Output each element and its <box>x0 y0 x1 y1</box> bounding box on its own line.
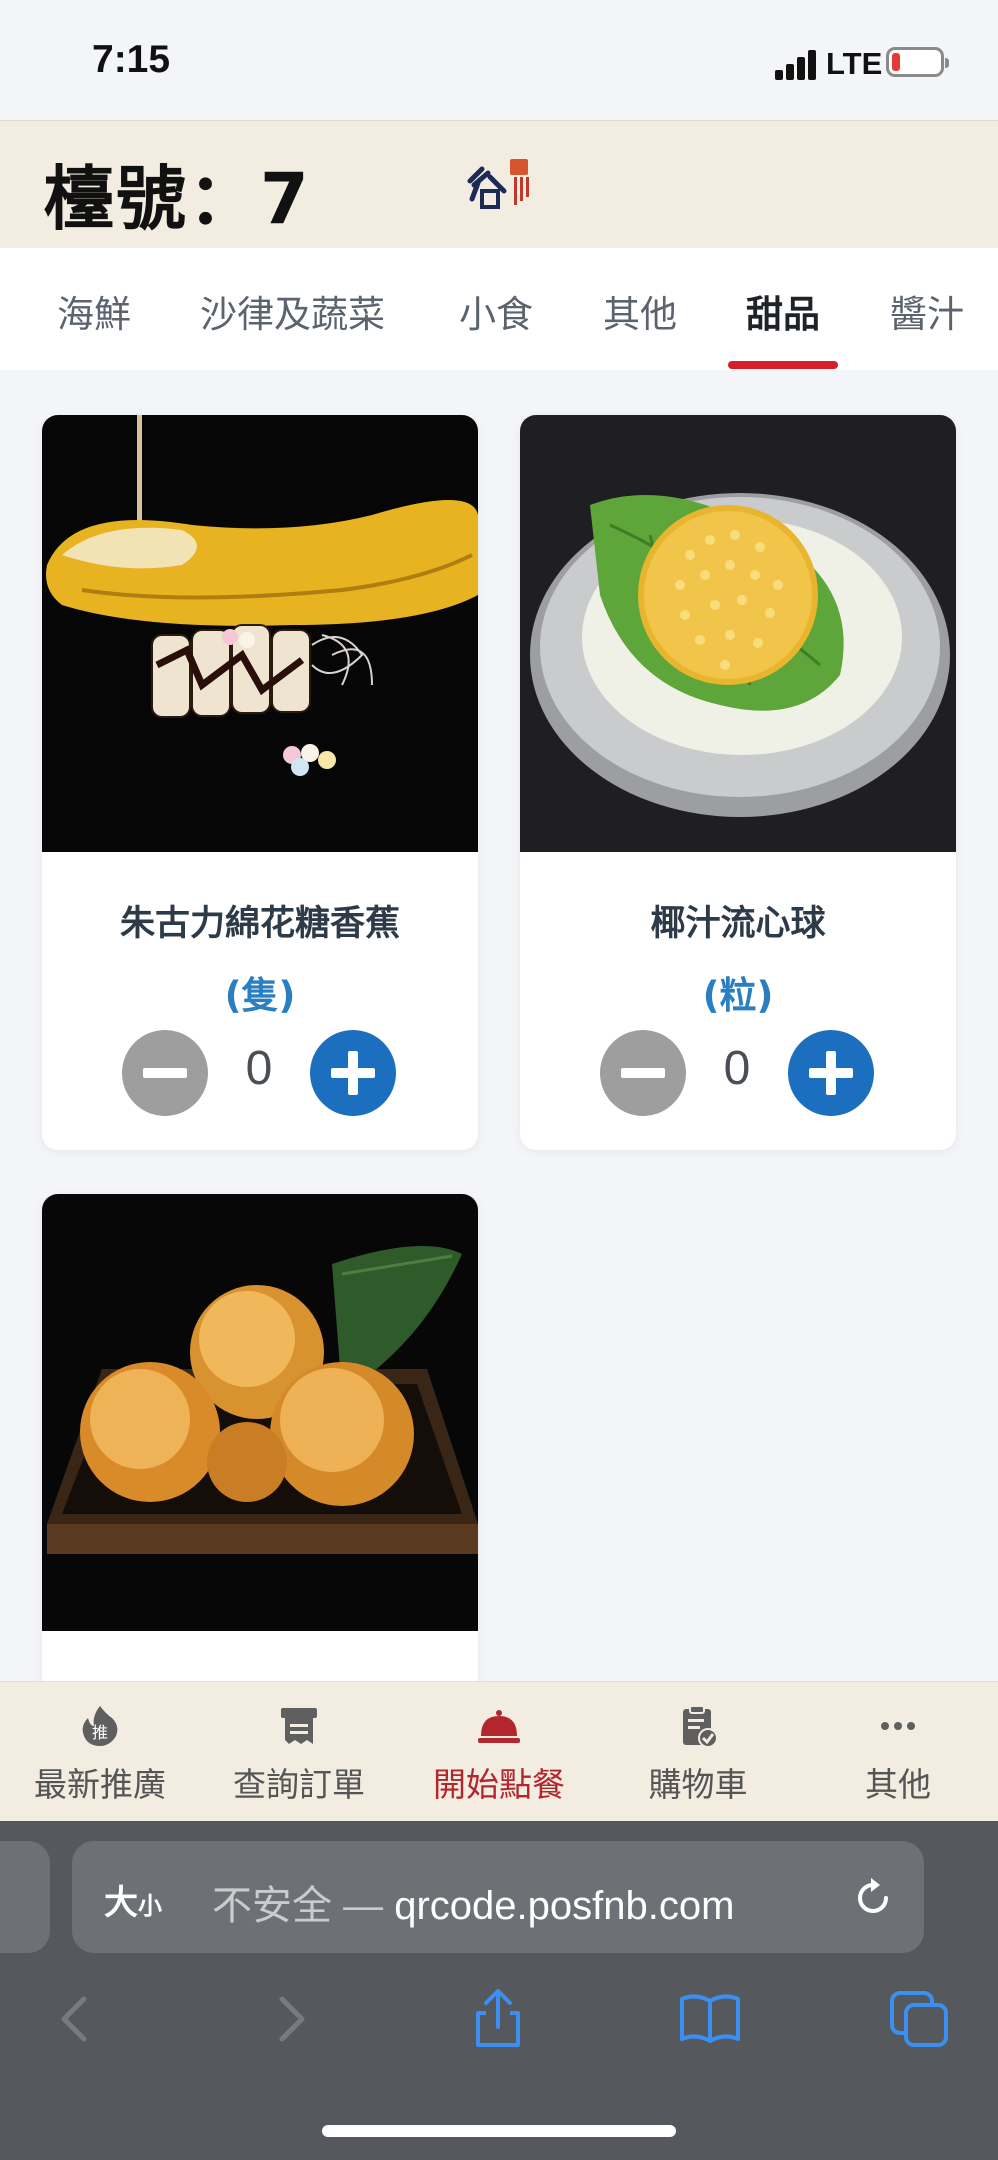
nav-promotions[interactable]: 推 最新推廣 <box>0 1682 200 1822</box>
quantity-value: 0 <box>723 1042 751 1095</box>
dish-cloche-icon <box>478 1710 520 1743</box>
url-host: qrcode.posfnb.com <box>394 1884 735 1928</box>
restaurant-logo <box>467 159 529 209</box>
order-query-icon <box>281 1708 317 1744</box>
table-header: 檯號：7 <box>0 120 998 248</box>
tab-salad-vegetables[interactable]: 沙律及蔬菜 <box>200 284 385 338</box>
fried-sesame-balls-photo <box>42 1194 478 1631</box>
nav-order-query[interactable]: 查詢訂單 <box>199 1682 399 1822</box>
tabs-icon[interactable] <box>888 1987 952 2051</box>
forward-icon[interactable] <box>258 1987 322 2051</box>
home-indicator <box>322 2125 676 2137</box>
product-name: 椰汁流心球 <box>650 904 826 944</box>
status-bar: 7:15 LTE <box>0 0 998 120</box>
bottom-navigation: 推 最新推廣 查詢訂單 開始點餐 購物車 其他 <box>0 1681 998 1821</box>
nav-more[interactable]: 其他 <box>798 1682 998 1822</box>
nav-start-ordering[interactable]: 開始點餐 <box>399 1682 599 1822</box>
browser-toolbar: 大小 不安全 — qrcode.posfnb.com <box>0 1821 998 2160</box>
more-icon <box>881 1722 915 1730</box>
product-unit: (粒) <box>702 974 774 1017</box>
nav-label: 其他 <box>865 1765 931 1804</box>
cart-clipboard-icon <box>683 1705 718 1748</box>
nav-label: 最新推廣 <box>34 1765 166 1804</box>
network-label: LTE <box>826 46 883 81</box>
text-size-large: 大 <box>104 1883 138 1923</box>
share-icon[interactable] <box>466 1987 530 2051</box>
nav-cart[interactable]: 購物車 <box>598 1682 798 1822</box>
nav-label: 查詢訂單 <box>233 1765 365 1804</box>
quantity-increase-button[interactable] <box>310 1030 396 1116</box>
banana-dessert-photo <box>42 415 478 852</box>
tab-desserts[interactable]: 甜品 <box>746 284 820 338</box>
product-card[interactable]: 椰汁流心球 (粒) 0 <box>520 415 956 1150</box>
bookmarks-icon[interactable] <box>678 1987 742 2051</box>
nav-label: 開始點餐 <box>433 1765 565 1804</box>
product-unit: (隻) <box>224 974 296 1017</box>
svg-text:推: 推 <box>92 1723 108 1742</box>
product-card[interactable]: 朱古力綿花糖香蕉 (隻) 0 <box>42 415 478 1150</box>
coconut-ball-photo <box>520 415 956 852</box>
active-tab-indicator <box>728 361 838 369</box>
text-size-button[interactable]: 大小 <box>104 1875 162 1924</box>
quantity-decrease-button[interactable] <box>600 1030 686 1116</box>
quantity-decrease-button[interactable] <box>122 1030 208 1116</box>
category-tabs: 海鮮 沙律及蔬菜 小食 其他 甜品 醬汁 <box>0 248 998 370</box>
security-warning: 不安全 — <box>212 1884 395 1928</box>
promotion-icon: 推 <box>82 1706 118 1746</box>
tab-seafood[interactable]: 海鮮 <box>57 284 131 338</box>
status-time: 7:15 <box>92 38 171 81</box>
battery-icon <box>886 47 949 77</box>
reload-icon[interactable] <box>850 1875 896 1921</box>
tab-sauces[interactable]: 醬汁 <box>890 284 964 338</box>
nav-label: 購物車 <box>648 1765 748 1804</box>
quantity-value: 0 <box>245 1042 273 1095</box>
signal-icon <box>775 50 819 80</box>
product-name: 朱古力綿花糖香蕉 <box>119 904 400 944</box>
text-size-small: 小 <box>138 1892 162 1920</box>
table-number: 檯號：7 <box>44 158 311 240</box>
tab-others[interactable]: 其他 <box>603 284 677 338</box>
url-text: 不安全 — qrcode.posfnb.com <box>212 1873 734 1931</box>
address-bar[interactable]: 大小 不安全 — qrcode.posfnb.com <box>72 1841 924 1953</box>
tab-snacks[interactable]: 小食 <box>459 284 533 338</box>
back-icon[interactable] <box>44 1987 108 2051</box>
previous-tab-preview[interactable] <box>0 1841 50 1953</box>
quantity-increase-button[interactable] <box>788 1030 874 1116</box>
